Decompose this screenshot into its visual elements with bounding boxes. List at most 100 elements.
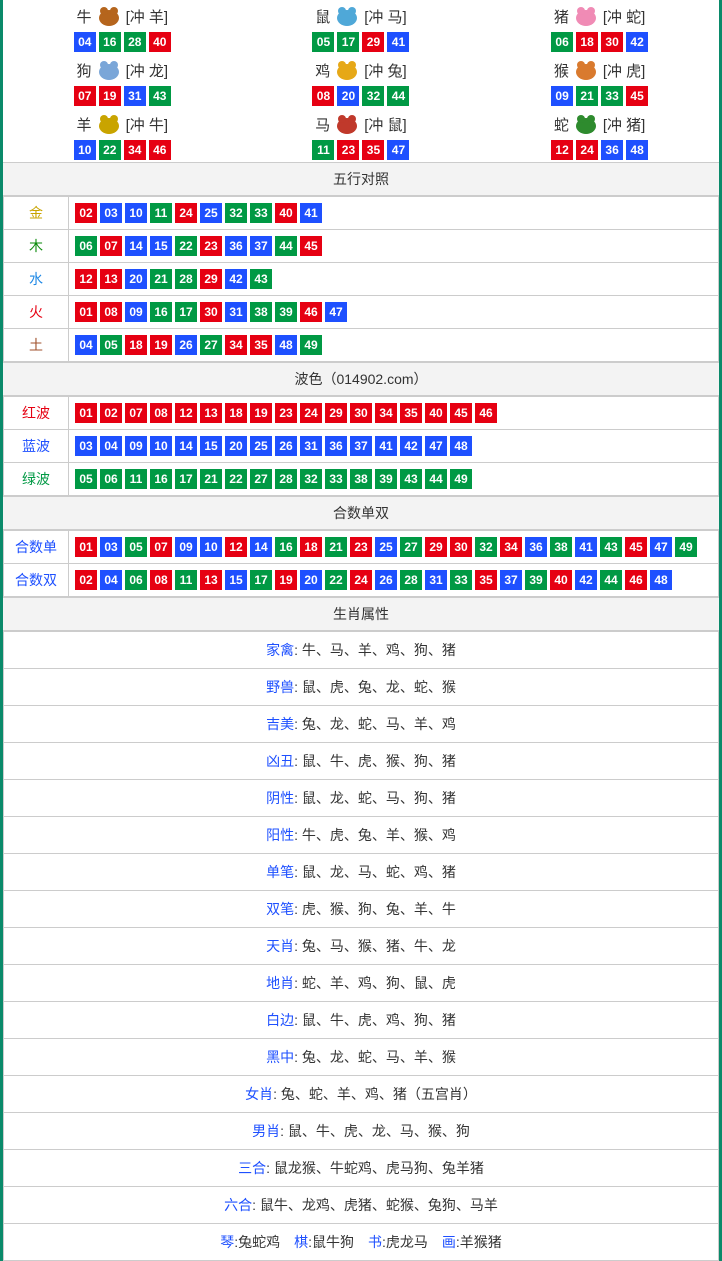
number-badge: 26 [375,570,397,590]
prop-label: 女肖 [245,1086,273,1102]
bottom-key: 画 [442,1234,456,1250]
number-badge: 43 [149,86,171,106]
row-label: 红波 [4,397,69,430]
number-badge: 36 [325,436,347,456]
number-badge: 12 [551,140,573,160]
number-badge: 32 [225,203,247,223]
number-badge: 08 [150,403,172,423]
prop-value: 兔、龙、蛇、马、羊、鸡 [302,716,456,732]
prop-cell: 白边: 鼠、牛、虎、鸡、狗、猪 [4,1002,719,1039]
number-badge: 19 [150,335,172,355]
number-badge: 33 [250,203,272,223]
number-badge: 07 [125,403,147,423]
zodiac-cell: 鸡[冲 兔]08203244 [242,54,481,108]
number-badge: 49 [675,537,697,557]
number-badge: 19 [99,86,121,106]
number-badge: 36 [525,537,547,557]
number-badge: 21 [150,269,172,289]
prop-label: 单笔 [266,864,294,880]
number-badge: 15 [200,436,222,456]
row-label: 合数单 [4,531,69,564]
number-badge: 44 [387,86,409,106]
number-badge: 26 [175,335,197,355]
table-row: 绿波05061116172122272832333839434449 [4,463,719,496]
zodiac-name: 羊 [77,114,92,135]
number-badge: 31 [124,86,146,106]
number-badge: 09 [125,436,147,456]
section-header-shengxiao: 生肖属性 [3,597,719,631]
number-badge: 36 [225,236,247,256]
number-badge: 11 [175,570,197,590]
zodiac-clash: [冲 鼠] [364,114,407,135]
zodiac-clash: [冲 兔] [364,60,407,81]
number-cell: 03040910141520252631363741424748 [69,430,719,463]
table-row: 男肖: 鼠、牛、虎、龙、马、猴、狗 [4,1113,719,1150]
number-badge: 15 [150,236,172,256]
zodiac-name: 蛇 [554,114,569,135]
props-table: 家禽: 牛、马、羊、鸡、狗、猪野兽: 鼠、虎、兔、龙、蛇、猴吉美: 兔、龙、蛇、… [3,631,719,1261]
prop-value: 兔、蛇、羊、鸡、猪（五宫肖） [281,1086,477,1102]
number-badge: 47 [325,302,347,322]
number-badge: 18 [576,32,598,52]
number-badge: 45 [300,236,322,256]
number-badge: 43 [400,469,422,489]
number-badge: 12 [225,537,247,557]
number-badge: 20 [225,436,247,456]
number-badge: 34 [124,140,146,160]
prop-cell: 野兽: 鼠、虎、兔、龙、蛇、猴 [4,669,719,706]
number-badge: 47 [425,436,447,456]
zodiac-name: 鼠 [315,6,330,27]
zodiac-name: 狗 [77,60,92,81]
number-badge: 46 [300,302,322,322]
number-badge: 17 [250,570,272,590]
number-badge: 05 [125,537,147,557]
number-badge: 20 [125,269,147,289]
number-cell: 0103050709101214161821232527293032343638… [69,531,719,564]
number-badge: 29 [425,537,447,557]
number-badge: 02 [100,403,122,423]
number-badge: 48 [650,570,672,590]
number-badge: 24 [175,203,197,223]
number-badge: 42 [575,570,597,590]
number-badge: 28 [124,32,146,52]
bottom-key: 棋 [294,1234,308,1250]
number-badge: 40 [149,32,171,52]
number-badge: 26 [275,436,297,456]
number-badge: 07 [150,537,172,557]
prop-value: 鼠、虎、兔、龙、蛇、猴 [302,679,456,695]
number-badge: 24 [350,570,372,590]
number-badge: 25 [250,436,272,456]
number-badge: 32 [300,469,322,489]
prop-label: 野兽 [266,679,294,695]
prop-cell: 天肖: 兔、马、猴、猪、牛、龙 [4,928,719,965]
table-row: 火0108091617303138394647 [4,296,719,329]
prop-cell: 家禽: 牛、马、羊、鸡、狗、猪 [4,632,719,669]
number-badge: 39 [375,469,397,489]
number-badge: 35 [475,570,497,590]
number-badge: 37 [500,570,522,590]
number-badge: 30 [200,302,222,322]
number-badge: 34 [375,403,397,423]
zodiac-name: 牛 [77,6,92,27]
number-badge: 03 [100,537,122,557]
number-badge: 33 [325,469,347,489]
table-row: 红波0102070812131819232429303435404546 [4,397,719,430]
number-cell: 04051819262734354849 [69,329,719,362]
table-row: 野兽: 鼠、虎、兔、龙、蛇、猴 [4,669,719,706]
number-badge: 32 [475,537,497,557]
prop-value: 鼠、牛、虎、龙、马、猴、狗 [288,1123,470,1139]
number-badge: 19 [250,403,272,423]
zodiac-grid: 牛[冲 羊]04162840鼠[冲 马]05172941猪[冲 蛇]061830… [3,0,719,162]
number-badge: 22 [325,570,347,590]
number-badge: 22 [99,140,121,160]
number-badge: 23 [350,537,372,557]
monkey-icon [571,58,601,82]
number-badge: 08 [100,302,122,322]
prop-value: 鼠牛、龙鸡、虎猪、蛇猴、兔狗、马羊 [260,1197,498,1213]
number-badge: 22 [225,469,247,489]
table-row: 土04051819262734354849 [4,329,719,362]
number-badge: 46 [625,570,647,590]
rat-icon [332,4,362,28]
number-badge: 32 [362,86,384,106]
table-row: 家禽: 牛、马、羊、鸡、狗、猪 [4,632,719,669]
